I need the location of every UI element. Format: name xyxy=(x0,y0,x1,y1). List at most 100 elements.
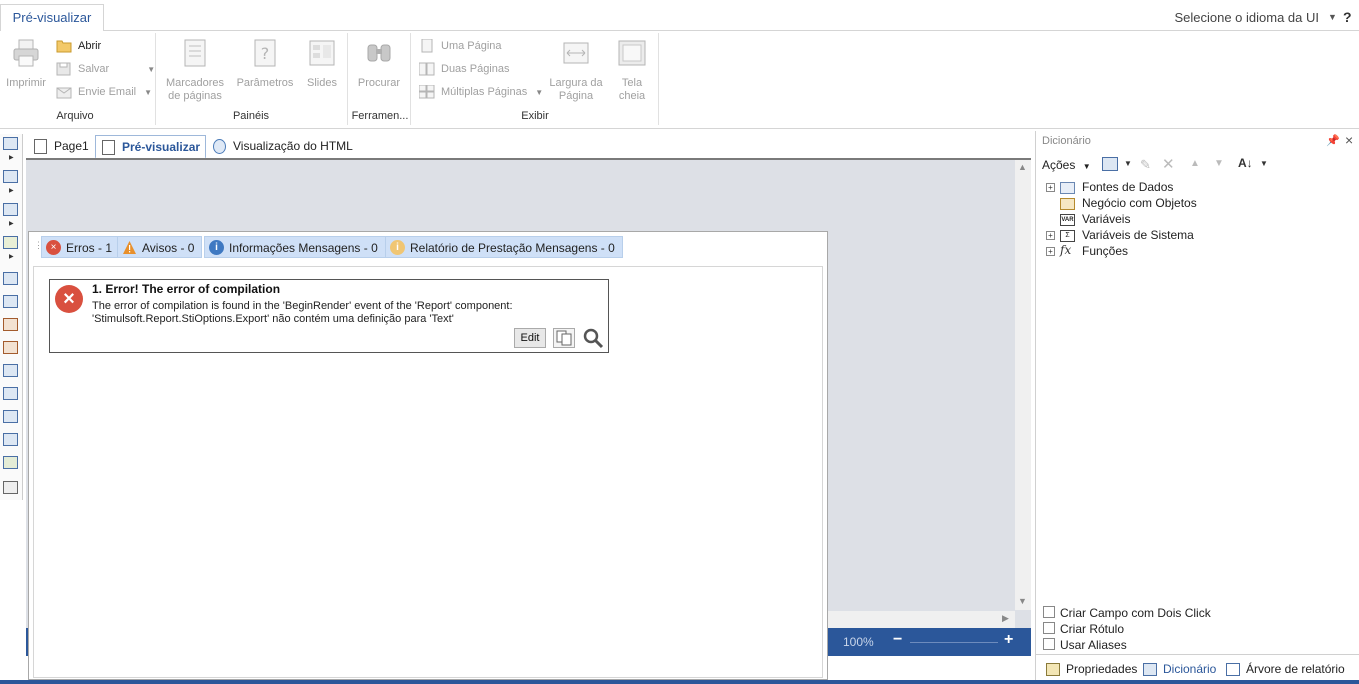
aliases-checkbox[interactable] xyxy=(1043,638,1055,650)
expand-icon[interactable]: + xyxy=(1046,183,1055,192)
one-page-button[interactable]: Uma Página xyxy=(419,37,502,55)
save-icon xyxy=(56,62,71,76)
tab-properties[interactable]: Propriedades xyxy=(1040,658,1138,682)
edit-button[interactable]: Edit xyxy=(514,328,546,348)
create-label-checkbox[interactable] xyxy=(1043,622,1055,634)
new-item-icon[interactable] xyxy=(1102,157,1118,171)
tab-page1-label: Page1 xyxy=(54,139,89,153)
magnifier-icon[interactable] xyxy=(582,327,604,349)
image-band-icon[interactable] xyxy=(3,236,18,249)
page-width-button[interactable]: Largura da Página xyxy=(548,37,604,103)
tab-preview[interactable]: Pré-visualizar xyxy=(95,135,206,159)
chevron-down-icon[interactable]: ▼ xyxy=(144,88,152,97)
help-button[interactable]: ? xyxy=(1343,9,1352,25)
move-up-icon[interactable]: ▲ xyxy=(1190,158,1200,169)
scroll-up-icon[interactable]: ▲ xyxy=(1018,162,1027,172)
table-component-icon[interactable] xyxy=(3,295,18,308)
send-email-button[interactable]: Envie Email ▼ xyxy=(56,83,152,101)
image-component-icon[interactable] xyxy=(3,456,18,469)
chevron-right-icon[interactable]: ▶ xyxy=(9,220,14,227)
bookmarks-button[interactable]: Marcadores de páginas xyxy=(162,37,228,103)
tree-item-variables[interactable]: Variáveis xyxy=(1082,211,1130,227)
chevron-right-icon[interactable]: ▶ xyxy=(9,253,14,260)
chevron-right-icon[interactable]: ▶ xyxy=(9,154,14,161)
edit-icon[interactable]: ✎ xyxy=(1140,157,1151,173)
dblclick-checkbox[interactable] xyxy=(1043,606,1055,618)
report-title-band-icon[interactable] xyxy=(3,137,18,150)
find-label: Procurar xyxy=(357,77,401,89)
container-component-icon[interactable] xyxy=(3,410,18,423)
pin-icon[interactable]: 📌 xyxy=(1326,134,1340,147)
tree-item-business-objects[interactable]: Negócio com Objetos xyxy=(1082,195,1197,211)
chevron-down-icon[interactable]: ▼ xyxy=(1328,12,1337,22)
tree-item-system-variables[interactable]: Variáveis de Sistema xyxy=(1082,227,1194,243)
parameters-button[interactable]: ? Parâmetros xyxy=(236,37,294,90)
sort-icon[interactable]: A↓ xyxy=(1238,156,1253,170)
footer-component-icon[interactable] xyxy=(3,387,18,400)
slides-button[interactable]: Slides xyxy=(302,37,342,90)
two-pages-button[interactable]: Duas Páginas xyxy=(419,60,510,78)
close-icon[interactable]: × xyxy=(1345,132,1353,148)
page-component-icon[interactable] xyxy=(3,272,18,285)
tree-item-data-sources[interactable]: Fontes de Dados xyxy=(1082,179,1173,195)
tab-warnings[interactable]: Avisos - 0 xyxy=(117,236,203,258)
chevron-down-icon[interactable]: ▼ xyxy=(147,65,155,74)
chevron-down-icon[interactable]: ▼ xyxy=(1124,159,1132,168)
tab-properties-label: Propriedades xyxy=(1066,662,1138,676)
binoculars-icon xyxy=(367,44,391,62)
move-down-icon[interactable]: ▼ xyxy=(1214,158,1224,169)
tab-report-tree[interactable]: Árvore de relatório xyxy=(1220,658,1345,682)
open-button[interactable]: Abrir xyxy=(56,37,101,55)
vertical-scrollbar[interactable]: ▲ ▼ xyxy=(1015,160,1031,610)
fullscreen-button[interactable]: Tela cheia xyxy=(612,37,652,103)
chevron-down-icon[interactable]: ▼ xyxy=(1260,159,1268,168)
print-button[interactable]: Imprimir xyxy=(4,37,48,90)
tree-item-functions[interactable]: Funções xyxy=(1082,243,1128,259)
chevron-down-icon[interactable]: ▼ xyxy=(535,88,543,97)
create-label-label: Criar Rótulo xyxy=(1060,622,1125,636)
tab-html-preview[interactable]: Visualização do HTML xyxy=(207,135,357,159)
chevron-right-icon[interactable]: ▶ xyxy=(9,187,14,194)
scroll-right-icon[interactable]: ▶ xyxy=(1002,613,1009,624)
error-icon: × xyxy=(46,240,61,255)
multiple-pages-button[interactable]: Múltiplas Páginas ▼ xyxy=(419,83,543,101)
text-component-icon[interactable] xyxy=(3,318,18,331)
group-separator xyxy=(410,33,411,125)
save-button[interactable]: Salvar ▼ xyxy=(56,60,155,78)
cross-band-icon[interactable] xyxy=(3,203,18,216)
group-label-tools: Ferramen... xyxy=(351,110,409,122)
actions-menu[interactable]: Ações ▼ xyxy=(1042,158,1091,172)
language-selector[interactable]: Selecione o idioma da UI xyxy=(1174,10,1319,25)
expand-icon[interactable]: + xyxy=(1046,231,1055,240)
bookmarks-label-line1: Marcadores xyxy=(165,77,225,89)
tools-icon[interactable] xyxy=(3,481,18,494)
zoom-slider[interactable] xyxy=(910,642,998,643)
multiple-pages-icon xyxy=(419,85,435,99)
error-list: × 1. Error! The error of compilation The… xyxy=(33,266,823,678)
tab-errors[interactable]: × Erros - 1 xyxy=(41,236,121,258)
tab-errors-label: Erros - 1 xyxy=(66,241,113,255)
variable-icon: VAR xyxy=(1060,214,1075,226)
zoom-in-button[interactable]: + xyxy=(1004,631,1013,649)
label-component-icon[interactable] xyxy=(3,433,18,446)
ribbon-tab-preview[interactable]: Pré-visualizar xyxy=(0,4,104,32)
horizontal-scrollbar[interactable]: ▶ xyxy=(826,611,1015,628)
scroll-down-icon[interactable]: ▼ xyxy=(1018,596,1027,606)
header-band-icon[interactable] xyxy=(3,170,18,183)
fullscreen-label-line2: cheia xyxy=(618,90,646,102)
rich-text-component-icon[interactable] xyxy=(3,341,18,354)
tab-report[interactable]: i Relatório de Prestação Mensagens - 0 xyxy=(385,236,623,258)
find-button[interactable]: Procurar xyxy=(354,37,404,90)
tab-dictionary[interactable]: Dicionário xyxy=(1137,658,1219,682)
tab-info[interactable]: i Informações Mensagens - 0 xyxy=(204,236,386,258)
aliases-label: Usar Aliases xyxy=(1060,638,1127,652)
error-icon: × xyxy=(55,285,83,313)
expand-icon[interactable]: + xyxy=(1046,247,1055,256)
html-preview-icon xyxy=(213,139,226,154)
error-tabs: ⋮ × Erros - 1 Avisos - 0 i Informações Men… xyxy=(29,232,827,262)
zoom-out-button[interactable]: − xyxy=(893,631,902,649)
panel-component-icon[interactable] xyxy=(3,364,18,377)
tab-page1[interactable]: Page1 xyxy=(28,135,94,159)
copy-button[interactable] xyxy=(553,328,575,348)
delete-icon[interactable]: ✕ xyxy=(1162,155,1175,173)
